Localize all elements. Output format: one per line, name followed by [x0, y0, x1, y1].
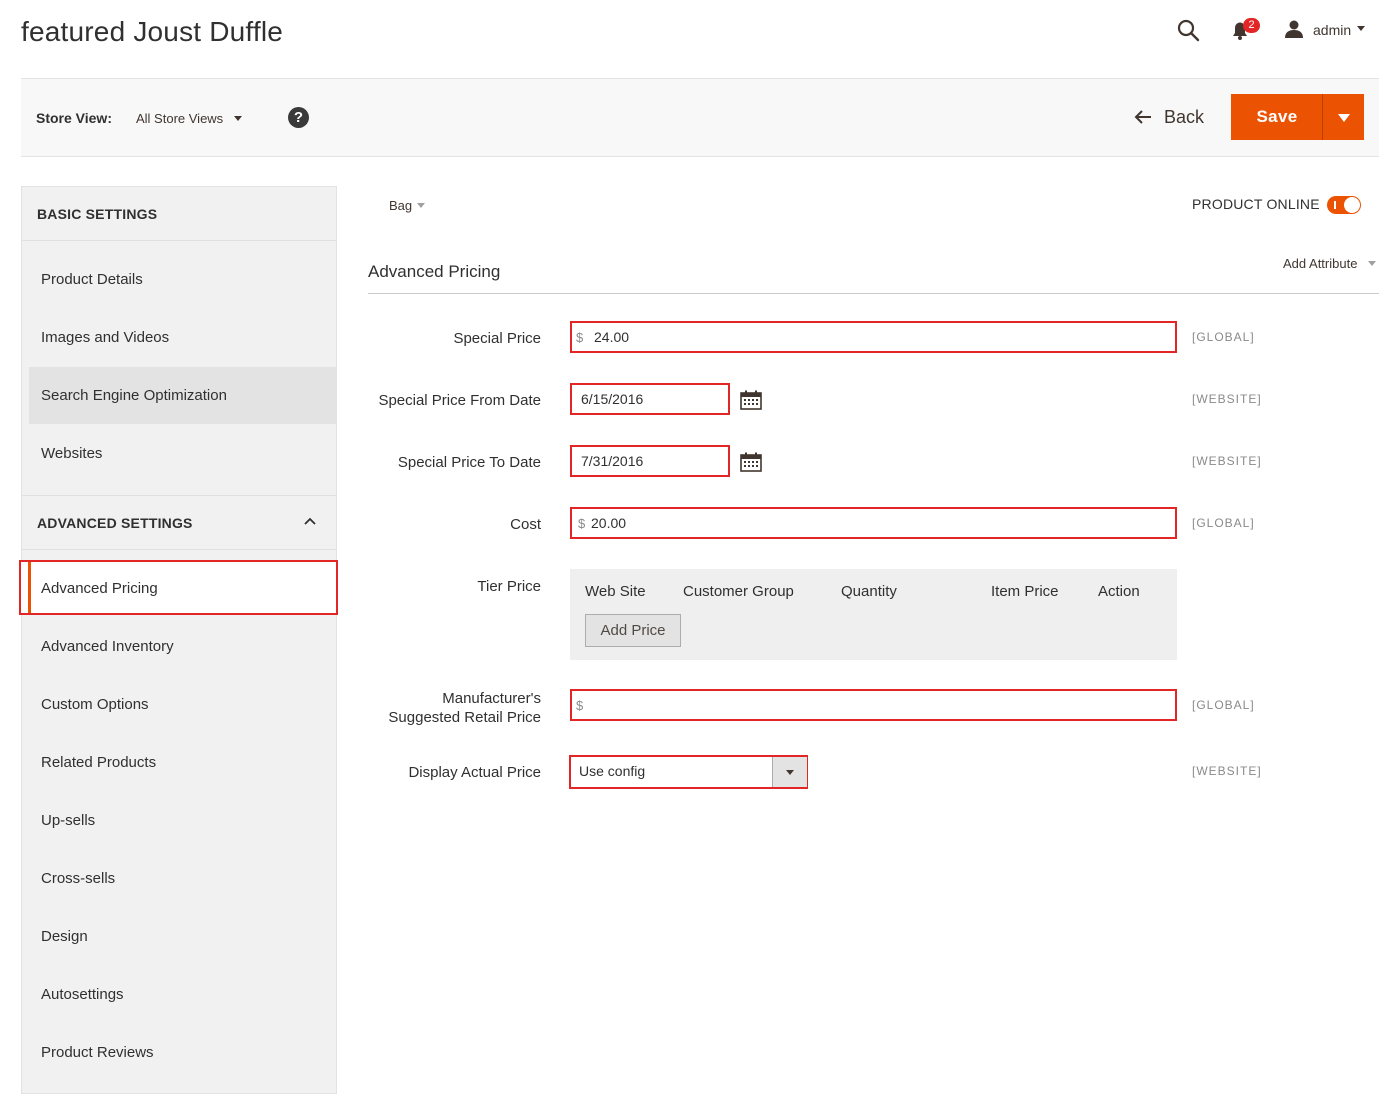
- caret-down-icon[interactable]: [786, 770, 794, 775]
- sidebar-item-images-videos[interactable]: Images and Videos: [41, 329, 169, 346]
- save-button[interactable]: Save: [1231, 94, 1323, 140]
- cost-input[interactable]: [570, 507, 1177, 539]
- sidebar-item-product-reviews[interactable]: Product Reviews: [41, 1044, 154, 1061]
- chevron-down-icon[interactable]: [417, 203, 425, 208]
- sidebar-item-custom-options[interactable]: Custom Options: [41, 696, 149, 713]
- sidebar-item-advanced-inventory[interactable]: Advanced Inventory: [41, 638, 174, 655]
- back-button[interactable]: Back: [1164, 107, 1204, 128]
- divider: [22, 240, 336, 241]
- product-online-label: PRODUCT ONLINE: [1192, 196, 1320, 212]
- notification-badge[interactable]: 2: [1243, 18, 1260, 33]
- currency-prefix: $: [578, 516, 586, 531]
- scope-label: [GLOBAL]: [1192, 330, 1255, 344]
- display-actual-price-value[interactable]: Use config: [579, 763, 645, 779]
- caret-down-icon[interactable]: [1338, 114, 1350, 122]
- special-from-date-label: Special Price From Date: [378, 392, 541, 409]
- msrp-label-line2: Suggested Retail Price: [388, 709, 541, 726]
- add-attribute-button[interactable]: Add Attribute: [1283, 256, 1357, 271]
- chevron-down-icon[interactable]: [1357, 26, 1365, 31]
- section-title: Advanced Pricing: [368, 262, 501, 281]
- scope-label: [WEBSITE]: [1192, 392, 1262, 406]
- divider: [22, 549, 336, 550]
- cost-label: Cost: [510, 516, 541, 533]
- currency-prefix: $: [576, 330, 584, 345]
- column-header-action: Action: [1098, 583, 1140, 600]
- search-icon[interactable]: [1176, 18, 1200, 42]
- toggle-knob[interactable]: [1344, 197, 1360, 213]
- msrp-label-line1: Manufacturer's: [442, 690, 541, 707]
- sidebar-heading-advanced[interactable]: ADVANCED SETTINGS: [37, 515, 193, 531]
- tier-price-label: Tier Price: [477, 578, 541, 595]
- store-view-label: Store View:: [36, 110, 112, 126]
- sidebar-item-seo[interactable]: Search Engine Optimization: [41, 387, 227, 404]
- column-header-customer-group: Customer Group: [683, 583, 794, 600]
- special-price-input[interactable]: [570, 321, 1177, 353]
- chevron-down-icon[interactable]: [1368, 261, 1376, 266]
- arrow-left-icon[interactable]: [1134, 109, 1152, 125]
- special-from-date-value[interactable]: 6/15/2016: [581, 391, 643, 407]
- sidebar-item-websites[interactable]: Websites: [41, 445, 102, 462]
- scope-label: [GLOBAL]: [1192, 698, 1255, 712]
- sidebar-item-up-sells[interactable]: Up-sells: [41, 812, 95, 829]
- column-header-item-price: Item Price: [991, 583, 1059, 600]
- chevron-up-icon[interactable]: [304, 517, 316, 525]
- scope-label: [WEBSITE]: [1192, 454, 1262, 468]
- scope-label: [GLOBAL]: [1192, 516, 1255, 530]
- cost-value[interactable]: 20.00: [591, 515, 626, 531]
- special-to-date-label: Special Price To Date: [397, 454, 541, 471]
- currency-prefix: $: [576, 698, 584, 713]
- add-price-button[interactable]: Add Price: [585, 614, 681, 647]
- user-icon[interactable]: [1284, 19, 1304, 39]
- user-menu-label[interactable]: admin: [1313, 22, 1351, 38]
- special-price-value[interactable]: 24.00: [594, 329, 629, 345]
- sidebar-item-product-details[interactable]: Product Details: [41, 271, 143, 288]
- divider: [22, 495, 336, 496]
- sidebar-item-autosettings[interactable]: Autosettings: [41, 986, 124, 1003]
- special-to-date-value[interactable]: 7/31/2016: [581, 453, 643, 469]
- store-view-switcher[interactable]: All Store Views: [136, 111, 223, 126]
- sidebar-item-cross-sells[interactable]: Cross-sells: [41, 870, 115, 887]
- scope-label: [WEBSITE]: [1192, 764, 1262, 778]
- chevron-down-icon[interactable]: [234, 116, 242, 121]
- column-header-website: Web Site: [585, 583, 646, 600]
- special-price-label: Special Price: [453, 330, 541, 347]
- section-divider: [368, 293, 1379, 294]
- sidebar-item-advanced-pricing[interactable]: Advanced Pricing: [41, 580, 158, 597]
- sidebar-heading-basic[interactable]: BASIC SETTINGS: [37, 206, 157, 222]
- sidebar-item-related-products[interactable]: Related Products: [41, 754, 156, 771]
- active-indicator: [28, 562, 31, 613]
- page-title: featured Joust Duffle: [21, 16, 284, 47]
- display-actual-price-label: Display Actual Price: [408, 764, 541, 781]
- help-icon[interactable]: ?: [288, 107, 309, 128]
- attribute-set-switcher[interactable]: Bag: [389, 198, 412, 213]
- msrp-input[interactable]: [570, 689, 1177, 721]
- toggle-on-mark: [1334, 201, 1336, 209]
- sidebar-item-design[interactable]: Design: [41, 928, 88, 945]
- calendar-icon[interactable]: [740, 452, 762, 472]
- calendar-icon[interactable]: [740, 390, 762, 410]
- column-header-quantity: Quantity: [841, 583, 897, 600]
